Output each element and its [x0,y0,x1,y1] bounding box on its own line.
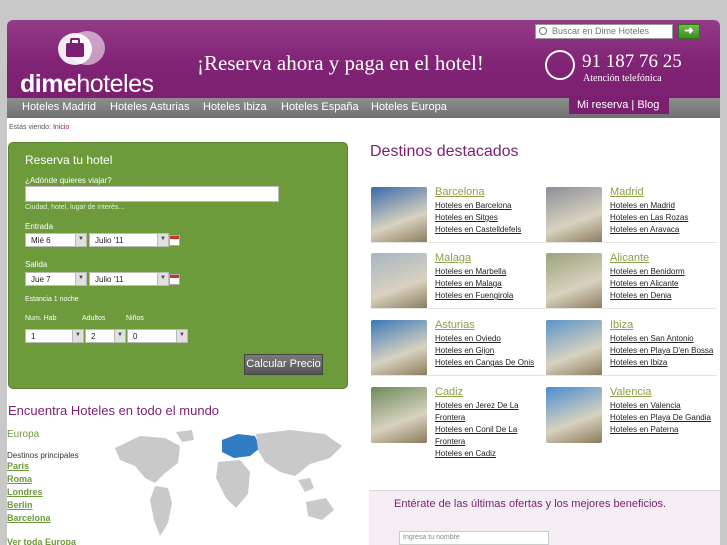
region-label: Europa [7,429,40,440]
destination-photo[interactable] [371,187,427,243]
destination-input[interactable] [25,186,279,202]
destination-hotel-link[interactable]: Hoteles en Aravaca [610,225,679,234]
newsletter-text: Entérate de las últimas ofertas y los me… [394,498,667,510]
destination-hotel-link[interactable]: Hoteles en Ibiza [610,358,667,367]
destination-hotel-link[interactable]: Hoteles en Gijon [435,346,494,355]
destination-card: Ibiza Hoteles en San Antonio Hoteles en Pl… [546,319,716,380]
city-link-barcelona[interactable]: Barcelona [7,513,51,523]
destination-hotel-link[interactable]: Hoteles en Benidorm [610,267,685,276]
destination-name-link[interactable]: Alicante [610,252,649,264]
nav-item-madrid[interactable]: Hoteles Madrid [22,101,96,113]
city-link-berlin[interactable]: Berlin [7,500,33,510]
destination-hotel-link[interactable]: Hoteles en Playa De Gandia [610,413,711,422]
breadcrumb: Estás viendo: Inicio [9,124,70,131]
destination-hotel-link[interactable]: Hoteles en Paterna [610,425,679,434]
destination-hotel-link[interactable]: Hoteles en Valencia [610,401,681,410]
destination-photo[interactable] [546,387,602,443]
destination-hotel-link[interactable]: Hoteles en Fuengirola [435,291,513,300]
destination-hotel-link[interactable]: Hoteles en Jerez De La [435,401,519,410]
calculate-price-button[interactable]: Calcular Precio [244,354,323,375]
checkout-month-select[interactable]: Julio '11 ▼ [89,272,169,286]
newsletter-box: Entérate de las últimas ofertas y los me… [369,490,720,545]
logo[interactable]: dimehoteles [20,70,154,99]
account-links: Mi reserva | Blog [569,96,669,114]
destination-hotel-link[interactable]: Frontera [435,413,465,422]
destination-card: Barcelona Hoteles en Barcelona Hoteles en … [371,186,541,247]
destination-photo[interactable] [371,320,427,376]
destination-hotel-link[interactable]: Frontera [435,437,465,446]
calendar-icon[interactable] [169,274,180,285]
featured-destinations-title: Destinos destacados [370,143,519,160]
destination-card: Asturias Hoteles en Oviedo Hoteles en Gijo… [371,319,541,380]
search-input[interactable]: Buscar en Dime Hoteles [535,24,673,39]
my-reservation-link[interactable]: Mi reserva [577,99,628,111]
destination-hotel-link[interactable]: Hoteles en Madrid [610,201,675,210]
destination-hotel-link[interactable]: Hoteles en Malaga [435,279,502,288]
destination-name-link[interactable]: Valencia [610,386,651,398]
destination-name-link[interactable]: Ibiza [610,319,633,331]
rooms-select[interactable]: 1 ▼ [25,329,84,343]
world-section-title: Encuentra Hoteles en todo el mundo [8,403,220,418]
search-go-button[interactable]: ➜ [678,24,700,39]
destination-card: Madrid Hoteles en Madrid Hoteles en Las Ro… [546,186,716,247]
nav-item-espana[interactable]: Hoteles España [281,101,359,113]
destination-hotel-link[interactable]: Hoteles en Castelldefels [435,225,521,234]
destination-name-link[interactable]: Malaga [435,252,471,264]
destination-photo[interactable] [546,320,602,376]
destination-card: Alicante Hoteles en Benidorm Hoteles en Al… [546,252,716,313]
destination-hotel-link[interactable]: Hoteles en San Antonio [610,334,694,343]
checkin-month-select[interactable]: Julio '11 ▼ [89,233,169,247]
phone-number: 91 187 76 25 [582,51,682,72]
nav-item-ibiza[interactable]: Hoteles Ibiza [203,101,267,113]
phone-caption: Atención telefónica [583,73,662,84]
destination-hotel-link[interactable]: Hoteles en Oviedo [435,334,501,343]
header: dimehoteles ¡Reserva ahora y paga en el … [7,20,720,98]
destination-card: Malaga Hoteles en Marbella Hoteles en Mala… [371,252,541,313]
destination-name-link[interactable]: Madrid [610,186,644,198]
nav-item-europa[interactable]: Hoteles Europa [371,101,447,113]
breadcrumb-home[interactable]: Inicio [53,124,69,131]
phone-icon [545,50,575,80]
world-map[interactable] [110,428,350,540]
destination-card: Cadiz Hoteles en Jerez De La Frontera Hotel… [371,386,541,458]
checkout-day-select[interactable]: Jue 7 ▼ [25,272,87,286]
blog-link[interactable]: Blog [637,99,659,111]
booking-title: Reserva tu hotel [25,153,113,167]
destination-photo[interactable] [546,187,602,243]
adults-select[interactable]: 2 ▼ [85,329,126,343]
search-icon [539,27,547,35]
destination-hotel-link[interactable]: Hoteles en Denia [610,291,671,300]
destination-hotel-link[interactable]: Hoteles en Cadiz [435,449,496,458]
destination-hotel-link[interactable]: Hoteles en Sitges [435,213,498,222]
newsletter-name-input[interactable]: Ingresa tu nombre [399,531,549,545]
checkin-day-select[interactable]: Mié 6 ▼ [25,233,87,247]
destination-hotel-link[interactable]: Hoteles en Alicante [610,279,679,288]
destination-hotel-link[interactable]: Hoteles en Playa D'en Bossa [610,346,713,355]
destination-hotel-link[interactable]: Hoteles en Cangas De Onis [435,358,534,367]
city-link-paris[interactable]: Paris [7,461,29,471]
destination-name-link[interactable]: Asturias [435,319,475,331]
destination-card: Valencia Hoteles en Valencia Hoteles en Pl… [546,386,716,447]
nav-item-asturias[interactable]: Hoteles Asturias [110,101,189,113]
page: dimehoteles ¡Reserva ahora y paga en el … [7,20,720,545]
destination-hotel-link[interactable]: Hoteles en Conil De La [435,425,517,434]
destination-name-link[interactable]: Cadiz [435,386,463,398]
destination-photo[interactable] [371,253,427,309]
stay-length: Estancia 1 noche [25,296,79,303]
destination-hotel-link[interactable]: Hoteles en Las Rozas [610,213,688,222]
calendar-icon[interactable] [169,235,180,246]
see-all-europe-link[interactable]: Ver toda Europa [7,537,76,545]
kids-select[interactable]: 0 ▼ [127,329,188,343]
destination-name-link[interactable]: Barcelona [435,186,485,198]
destination-hotel-link[interactable]: Hoteles en Marbella [435,267,506,276]
destination-hotel-link[interactable]: Hoteles en Barcelona [435,201,512,210]
suitcase-logo-icon [58,31,105,65]
city-link-londres[interactable]: Londres [7,487,43,497]
slogan: ¡Reserva ahora y paga en el hotel! [197,51,484,75]
destination-photo[interactable] [371,387,427,443]
city-link-roma[interactable]: Roma [7,474,32,484]
destination-photo[interactable] [546,253,602,309]
booking-form: Reserva tu hotel ¿Adónde quieres viajar?… [8,142,348,389]
